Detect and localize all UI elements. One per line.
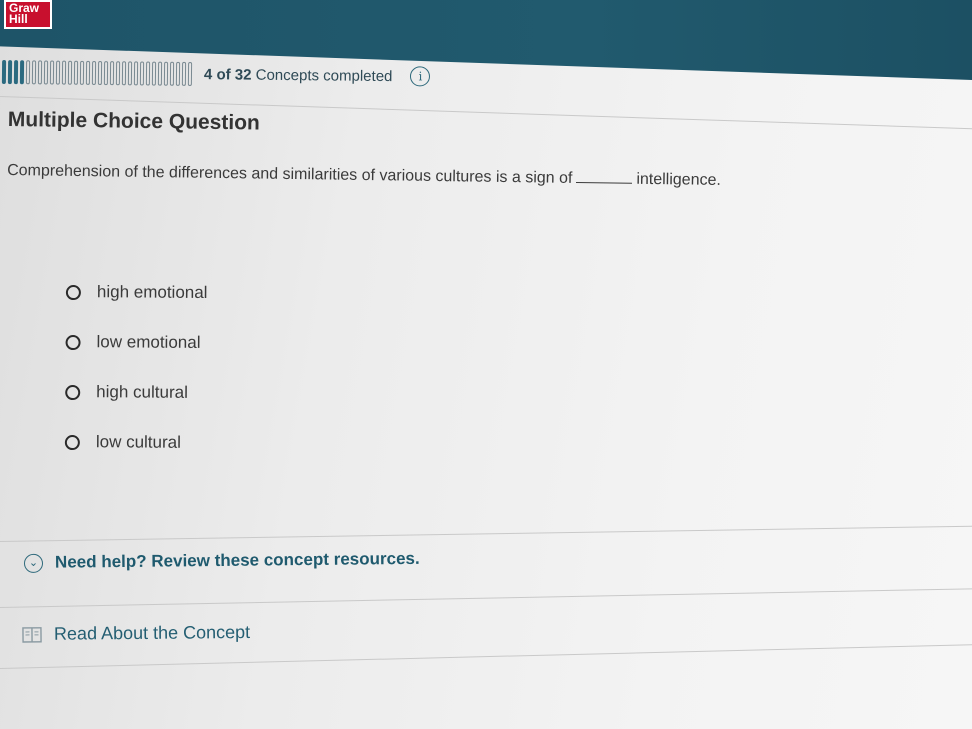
mcgraw-hill-logo: Graw Hill	[4, 0, 52, 29]
progress-segment-incomplete	[127, 61, 133, 86]
progress-segment-incomplete	[73, 60, 79, 85]
answer-blank	[576, 167, 633, 184]
option-label: high emotional	[96, 282, 208, 302]
option-label: high cultural	[96, 382, 188, 402]
question-type-heading: Multiple Choice Question	[7, 108, 260, 135]
progress-segment-incomplete	[187, 61, 193, 87]
progress-segment-incomplete	[169, 61, 175, 86]
progress-segment-incomplete	[151, 61, 157, 86]
progress-label: Concepts completed	[255, 66, 393, 85]
option-label: low cultural	[95, 432, 181, 452]
progress-segment-complete	[7, 60, 13, 85]
book-icon	[22, 626, 42, 643]
progress-segment-incomplete	[49, 60, 55, 85]
progress-segment-complete	[19, 60, 25, 85]
question-prompt: Comprehension of the differences and sim…	[7, 160, 937, 193]
progress-text: 4 of 32 Concepts completed	[204, 66, 393, 85]
question-text-after: intelligence.	[636, 170, 722, 189]
progress-segment-incomplete	[109, 61, 115, 86]
radio-button[interactable]	[65, 334, 81, 350]
progress-segment-incomplete	[115, 61, 121, 86]
divider	[0, 643, 972, 669]
progress-segment-incomplete	[97, 61, 103, 86]
answer-options: high emotional low emotional high cultur…	[64, 280, 366, 482]
option-high-emotional[interactable]: high emotional	[65, 280, 366, 306]
option-label: low emotional	[96, 332, 201, 352]
progress-segment-incomplete	[133, 61, 139, 86]
progress-segment-incomplete	[163, 61, 169, 86]
option-low-cultural[interactable]: low cultural	[64, 430, 365, 456]
info-icon[interactable]: i	[410, 66, 431, 87]
progress-segment-incomplete	[91, 60, 97, 86]
progress-segment-incomplete	[79, 60, 85, 85]
progress-segment-incomplete	[157, 61, 163, 86]
progress-segment-incomplete	[67, 60, 73, 85]
read-about-concept-link[interactable]: Read About the Concept	[22, 622, 250, 645]
progress-segment-complete	[1, 60, 7, 85]
need-help-toggle[interactable]: ⌄ Need help? Review these concept resour…	[23, 548, 420, 573]
option-high-cultural[interactable]: high cultural	[65, 380, 365, 406]
option-low-emotional[interactable]: low emotional	[65, 330, 365, 356]
progress-segment-incomplete	[181, 61, 187, 86]
progress-segment-incomplete	[175, 61, 181, 86]
read-about-concept-label: Read About the Concept	[53, 622, 251, 644]
divider	[0, 587, 972, 608]
progress-count: 4 of 32	[203, 65, 252, 84]
progress-segment-incomplete	[31, 60, 37, 85]
page: Graw Hill 4 of 32 Concepts completed i M…	[0, 0, 972, 729]
divider	[0, 525, 972, 542]
progress-segment-incomplete	[37, 60, 43, 85]
concept-progress-bar	[1, 59, 194, 87]
progress-segment-incomplete	[103, 61, 109, 86]
progress-segment-incomplete	[145, 61, 151, 86]
progress-segment-incomplete	[121, 61, 127, 86]
question-text-before: Comprehension of the differences and sim…	[7, 161, 573, 187]
radio-button[interactable]	[64, 434, 80, 450]
progress-segment-complete	[13, 60, 19, 85]
radio-button[interactable]	[65, 284, 81, 300]
question-panel: Multiple Choice Question Comprehension o…	[7, 108, 938, 193]
progress-segment-incomplete	[85, 60, 91, 85]
progress-segment-incomplete	[43, 60, 49, 85]
progress-row: 4 of 32 Concepts completed i	[0, 52, 600, 98]
progress-segment-incomplete	[25, 60, 31, 85]
progress-segment-incomplete	[55, 60, 61, 85]
need-help-text: Need help? Review these concept resource…	[54, 548, 420, 572]
progress-segment-incomplete	[61, 60, 67, 85]
radio-button[interactable]	[65, 384, 81, 400]
logo-text-line2: Hill	[9, 12, 28, 26]
progress-segment-incomplete	[139, 61, 145, 86]
chevron-down-icon: ⌄	[23, 553, 44, 573]
